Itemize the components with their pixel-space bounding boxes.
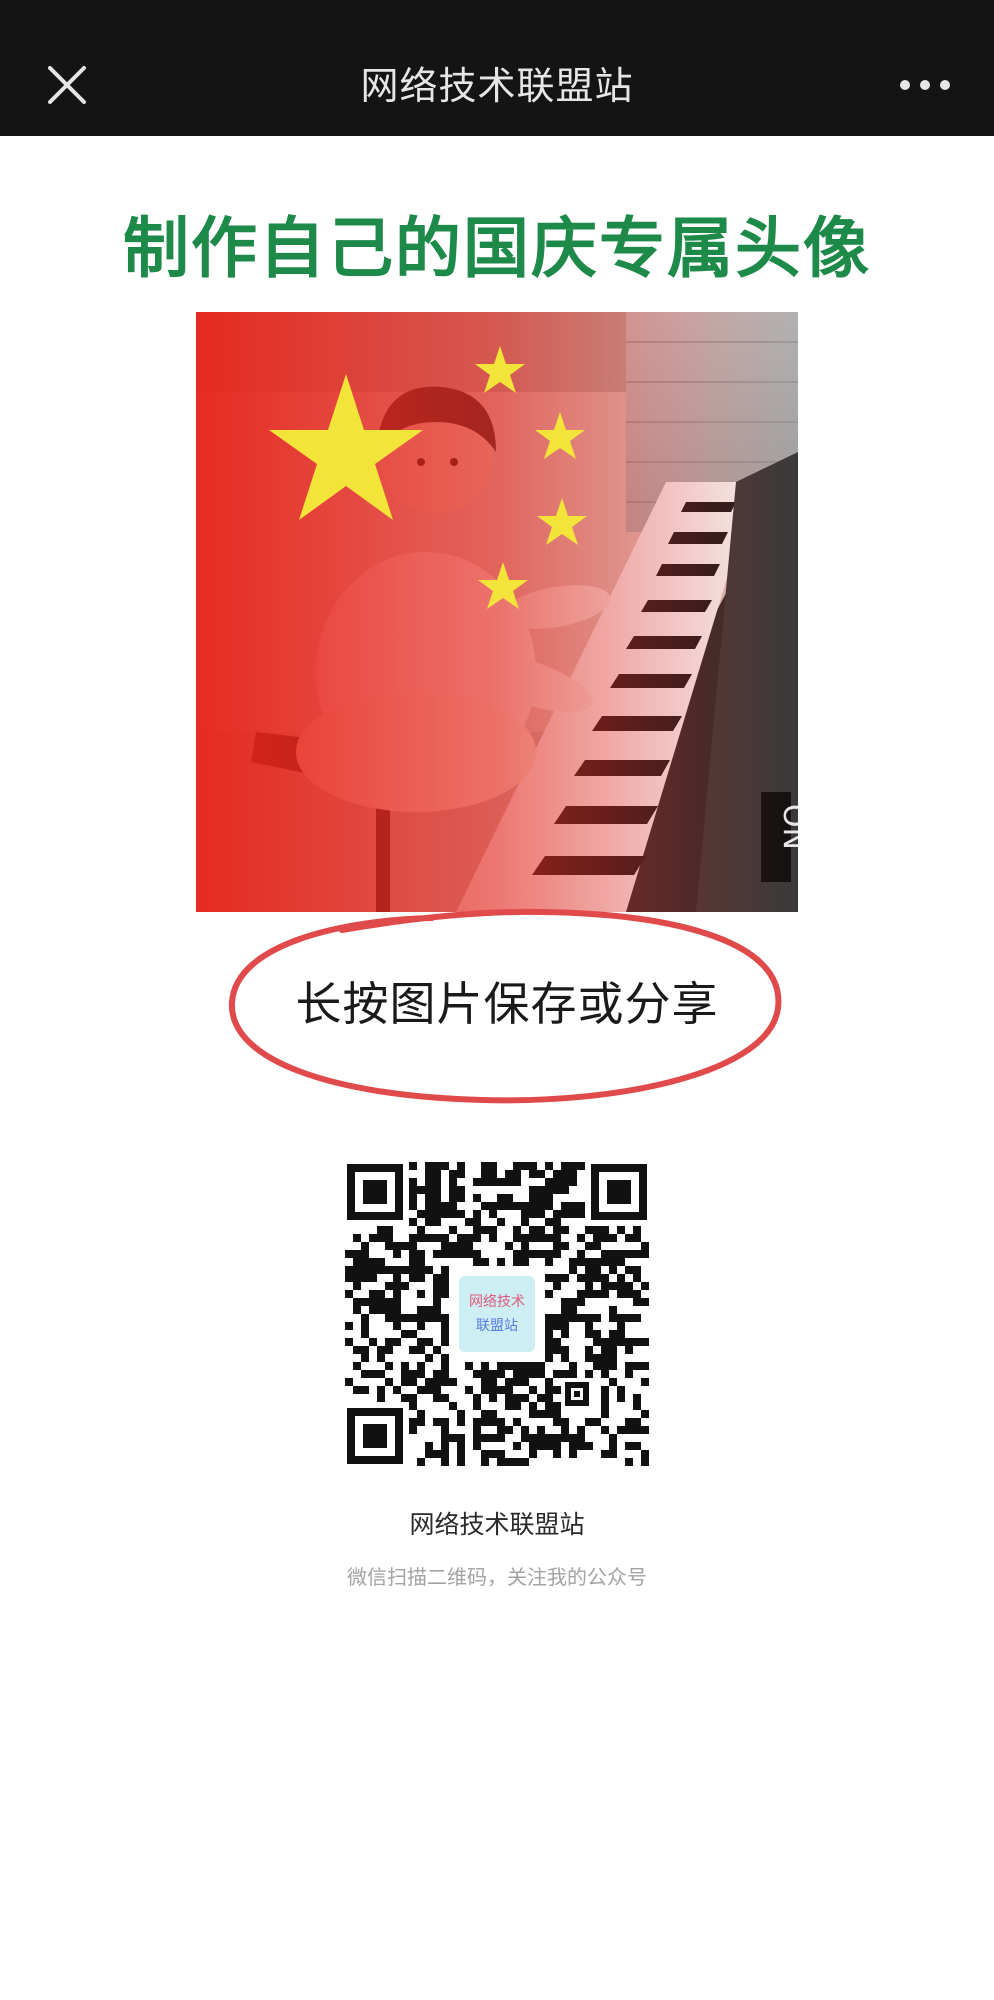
more-options-icon[interactable] [895,70,955,100]
qr-account-name: 网络技术联盟站 [409,1510,585,1539]
top-navbar: 网络技术联盟站 [0,0,994,136]
save-hint: 长按图片保存或分享 [222,904,792,1110]
headline: 制作自己的国庆专属头像 [123,210,871,287]
qr-code[interactable]: 网络技术 联盟站 [343,1160,651,1468]
hint-text: 长按图片保存或分享 [295,977,719,1031]
qr-logo-icon: 网络技术 联盟站 [455,1272,539,1356]
qr-logo-line1: 网络技术 [469,1294,525,1310]
qr-logo-line2: 联盟站 [476,1318,518,1334]
qr-scan-tip: 微信扫描二维码，关注我的公众号 [347,1565,647,1589]
avatar-image[interactable]: NO [196,312,798,912]
page-title: 网络技术联盟站 [360,64,634,108]
